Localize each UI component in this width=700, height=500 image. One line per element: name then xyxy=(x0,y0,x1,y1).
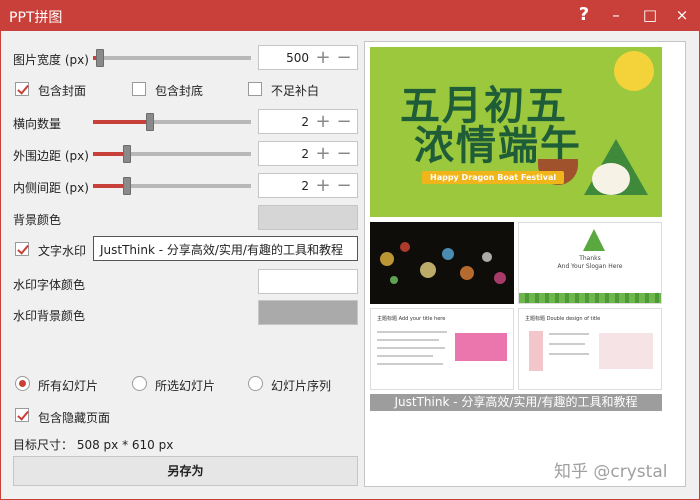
slider-thumb[interactable] xyxy=(146,113,154,131)
include-back-checkbox[interactable] xyxy=(132,82,146,96)
image-width-input[interactable]: 500 + − xyxy=(258,45,358,70)
watermark-text-input[interactable]: JustThink - 分享高效/实用/有趣的工具和教程 xyxy=(93,236,358,261)
inner-spacing-slider[interactable] xyxy=(93,176,251,196)
bg-color-label: 背景颜色 xyxy=(13,213,62,227)
maximize-button[interactable]: □ xyxy=(638,3,662,27)
doc1-heading: 主题标题 Add your title here xyxy=(377,316,446,322)
bokeh-light xyxy=(442,248,454,260)
preview-watermark-bar: JustThink - 分享高效/实用/有趣的工具和教程 xyxy=(370,394,662,411)
bokeh-light xyxy=(380,252,394,266)
close-button[interactable]: × xyxy=(670,3,694,27)
text-line xyxy=(377,331,447,333)
zhihu-watermark: 知乎 @crystal xyxy=(554,462,668,482)
text-line xyxy=(377,347,445,349)
minus-icon[interactable]: − xyxy=(334,143,354,164)
minus-icon[interactable]: − xyxy=(334,175,354,196)
radio-selected-slides[interactable] xyxy=(132,376,147,391)
pink-block xyxy=(455,333,507,361)
radio-all-slides-label: 所有幻灯片 xyxy=(38,379,99,393)
sun-shape xyxy=(614,51,654,91)
include-cover-checkbox[interactable] xyxy=(15,82,29,96)
text-line xyxy=(377,363,443,365)
grass-strip xyxy=(519,293,661,303)
image-width-label: 图片宽度 (px) xyxy=(13,53,89,67)
text-line xyxy=(377,355,433,357)
title-bar: PPT拼图 ? – □ × xyxy=(0,0,700,31)
doc2-heading: 主题标题 Double design of title xyxy=(525,316,601,322)
columns-input[interactable]: 2 + − xyxy=(258,109,358,134)
save-as-button[interactable]: 另存为 xyxy=(13,456,358,486)
text-watermark-label: 文字水印 xyxy=(38,244,87,258)
wm-bg-color-swatch[interactable] xyxy=(258,300,358,325)
include-back-label: 包含封底 xyxy=(155,84,204,98)
radio-all-slides[interactable] xyxy=(15,376,30,391)
preview-slide-cover: 五月初五 浓情端午 Happy Dragon Boat Festival xyxy=(370,47,662,217)
table-column xyxy=(529,331,543,371)
slider-fill xyxy=(93,152,127,156)
preview-slide-bokeh xyxy=(370,222,514,304)
columns-slider[interactable] xyxy=(93,112,251,132)
bokeh-light xyxy=(460,266,474,280)
preview-panel: 五月初五 浓情端午 Happy Dragon Boat Festival Tha… xyxy=(364,41,686,487)
text-line xyxy=(549,353,589,355)
inner-spacing-input[interactable]: 2 + − xyxy=(258,173,358,198)
text-line xyxy=(549,333,589,335)
columns-label: 横向数量 xyxy=(13,117,62,131)
plus-icon[interactable]: + xyxy=(313,143,333,164)
slider-thumb[interactable] xyxy=(123,145,131,163)
plus-icon[interactable]: + xyxy=(313,47,333,68)
slider-thumb[interactable] xyxy=(123,177,131,195)
slogan-text: And Your Slogan Here xyxy=(557,263,623,270)
bokeh-light xyxy=(400,242,410,252)
preview-slide-thanks: Thanks And Your Slogan Here xyxy=(518,222,662,304)
wm-font-color-label: 水印字体颜色 xyxy=(13,278,86,292)
radio-slide-sequence-label: 幻灯片序列 xyxy=(271,379,332,393)
image-width-slider[interactable] xyxy=(93,48,251,68)
include-hidden-label: 包含隐藏页面 xyxy=(38,411,111,425)
include-cover-label: 包含封面 xyxy=(38,84,87,98)
wm-font-color-swatch[interactable] xyxy=(258,269,358,294)
image-width-value: 500 xyxy=(286,51,309,65)
include-hidden-checkbox[interactable] xyxy=(15,408,29,422)
radio-slide-sequence[interactable] xyxy=(248,376,263,391)
thanks-text: Thanks xyxy=(579,255,601,262)
target-size-text: 目标尺寸： 508 px * 610 px xyxy=(13,438,174,452)
text-line xyxy=(549,343,585,345)
radio-selected-slides-label: 所选幻灯片 xyxy=(155,379,216,393)
inner-spacing-label: 内侧间距 (px) xyxy=(13,181,89,195)
columns-value: 2 xyxy=(301,115,309,129)
table-block xyxy=(599,333,653,369)
slider-thumb[interactable] xyxy=(96,49,104,67)
fill-missing-checkbox[interactable] xyxy=(248,82,262,96)
bg-color-swatch[interactable] xyxy=(258,205,358,230)
bokeh-light xyxy=(482,252,492,262)
text-watermark-checkbox[interactable] xyxy=(15,242,29,256)
minus-icon[interactable]: − xyxy=(334,47,354,68)
minimize-button[interactable]: – xyxy=(604,3,628,27)
outer-margin-value: 2 xyxy=(301,147,309,161)
plus-icon[interactable]: + xyxy=(313,111,333,132)
slider-fill xyxy=(93,184,127,188)
wm-bg-color-label: 水印背景颜色 xyxy=(13,309,86,323)
fill-missing-label: 不足补白 xyxy=(271,84,320,98)
help-button[interactable]: ? xyxy=(572,3,596,27)
slider-track xyxy=(93,56,251,60)
outer-margin-slider[interactable] xyxy=(93,144,251,164)
minus-icon[interactable]: − xyxy=(334,111,354,132)
window-title: PPT拼图 xyxy=(9,10,63,26)
bokeh-light xyxy=(390,276,398,284)
text-line xyxy=(377,339,439,341)
inner-spacing-value: 2 xyxy=(301,179,309,193)
bokeh-light xyxy=(420,262,436,278)
preview-slide-doc2: 主题标题 Double design of title xyxy=(518,308,662,390)
outer-margin-input[interactable]: 2 + − xyxy=(258,141,358,166)
cover-banner: Happy Dragon Boat Festival xyxy=(422,171,565,184)
zongzi-face-shape xyxy=(592,163,630,195)
plus-icon[interactable]: + xyxy=(313,175,333,196)
outer-margin-label: 外围边距 (px) xyxy=(13,149,89,163)
slider-fill xyxy=(93,120,150,124)
bokeh-light xyxy=(494,272,506,284)
preview-slide-doc1: 主题标题 Add your title here xyxy=(370,308,514,390)
zongzi-shape xyxy=(583,229,605,251)
